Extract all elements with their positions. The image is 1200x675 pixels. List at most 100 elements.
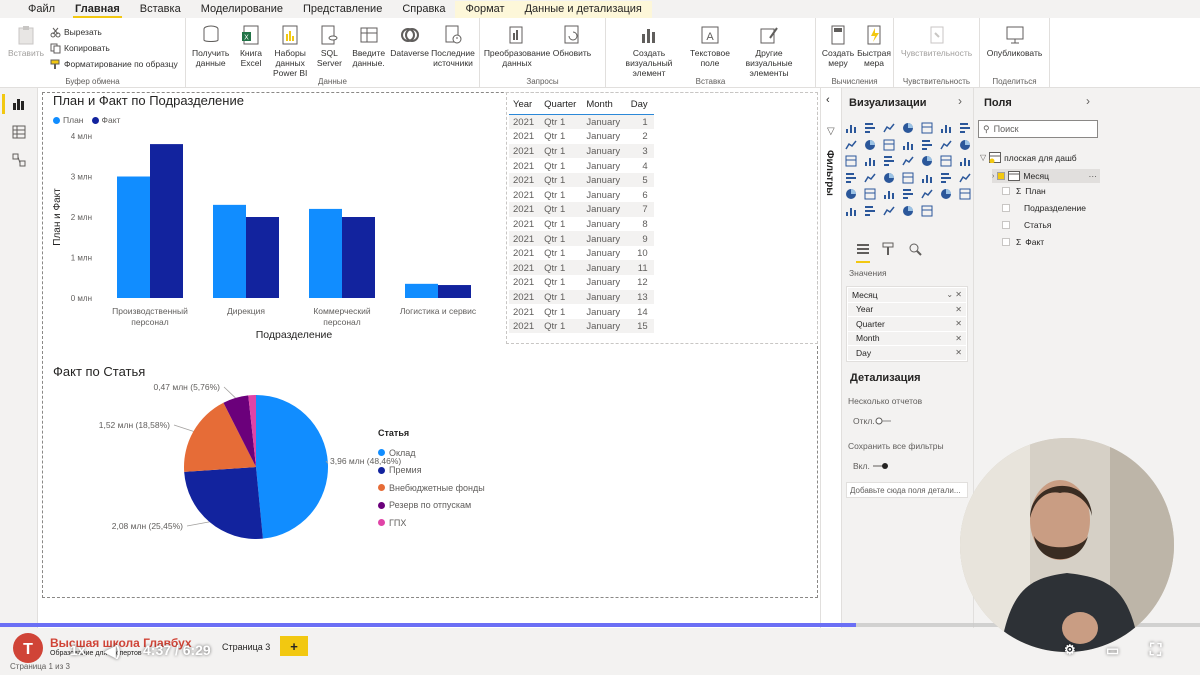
viz-ribbon-icon[interactable] (921, 139, 933, 151)
chevron-down-icon[interactable]: ⌄ (946, 290, 953, 299)
volume-icon[interactable]: ◀) (104, 642, 121, 660)
bar-fact[interactable] (246, 217, 279, 298)
chevron-right-icon[interactable]: › (958, 94, 962, 108)
checkbox-plan[interactable] (1002, 187, 1010, 195)
table-row[interactable]: 2021 Qtr 1 January 1 (509, 114, 654, 130)
table-row[interactable]: 2021 Qtr 1 January 13 (509, 289, 654, 305)
col-header-quarter[interactable]: Quarter (540, 97, 583, 115)
pie-legend-item[interactable]: Оклад (378, 444, 485, 462)
tab-format[interactable]: Формат (455, 1, 515, 18)
value-subfield[interactable]: Day ✕ (848, 346, 966, 360)
viz-shape-map-icon[interactable] (845, 172, 857, 184)
viz-clustered-column-icon[interactable] (902, 122, 914, 134)
checkbox-fact[interactable] (1002, 238, 1010, 246)
viz-powerapps-icon[interactable] (883, 205, 895, 217)
col-header-day[interactable]: Day (626, 97, 654, 115)
multi-reports-toggle[interactable] (875, 417, 893, 425)
tab-insert[interactable]: Вставка (130, 3, 191, 18)
data-view-button[interactable] (0, 118, 38, 146)
viz-kpi-icon[interactable] (921, 172, 933, 184)
viz-paginated-icon[interactable] (845, 205, 857, 217)
table-row[interactable]: 2021 Qtr 1 January 9 (509, 231, 654, 246)
table-row[interactable]: 2021 Qtr 1 January 6 (509, 187, 654, 202)
fullscreen-icon[interactable]: ⛶ (1150, 642, 1161, 660)
date-table-visual[interactable]: Year Quarter Month Day 2021 Qtr 1 January 1… (506, 92, 818, 344)
fields-well-tab[interactable] (856, 242, 870, 263)
viz-qa-icon[interactable] (940, 188, 952, 200)
cut-button[interactable]: Вырезать (50, 24, 178, 40)
pie-legend-item[interactable]: Премия (378, 462, 485, 480)
viz-funnel-icon[interactable] (959, 139, 971, 151)
viz-arcgis-icon[interactable] (864, 205, 876, 217)
viz-waterfall-icon[interactable] (940, 139, 952, 151)
viz-area-icon[interactable] (845, 139, 857, 151)
viz-python-icon[interactable] (883, 188, 895, 200)
bar-fact[interactable] (342, 217, 375, 298)
table-row[interactable]: 2021 Qtr 1 January 12 (509, 275, 654, 290)
fields-chevron-right-icon[interactable]: › (1086, 94, 1090, 108)
tab-file[interactable]: Файл (18, 3, 65, 18)
viz-gauge-icon[interactable] (864, 172, 876, 184)
viz-scatter-icon[interactable] (845, 155, 857, 167)
bar-plan[interactable] (405, 283, 438, 298)
report-view-button[interactable] (0, 90, 38, 118)
value-subfield[interactable]: Quarter ✕ (848, 317, 966, 331)
model-view-button[interactable] (0, 146, 38, 174)
add-page-button[interactable]: + (280, 636, 308, 656)
copy-button[interactable]: Копировать (50, 40, 178, 56)
tab-home[interactable]: Главная (65, 3, 130, 18)
value-field-month[interactable]: Месяц ⌄ ✕ (848, 288, 966, 302)
tab-data-drill[interactable]: Данные и детализация (514, 1, 652, 18)
viz-100-bar-icon[interactable] (921, 122, 933, 134)
miniplayer-icon[interactable]: ▭ (1106, 642, 1119, 659)
checked-checkbox-icon[interactable] (997, 172, 1006, 180)
table-row[interactable]: 2021 Qtr 1 January 15 (509, 318, 654, 334)
table-row[interactable]: 2021 Qtr 1 January 7 (509, 202, 654, 217)
bar-fact[interactable] (438, 285, 471, 298)
remove-icon[interactable]: ✕ (955, 305, 962, 314)
checkbox-article[interactable] (1002, 221, 1010, 229)
viz-narrative-icon[interactable] (959, 188, 971, 200)
fields-search-input[interactable]: ⚲ Поиск (978, 120, 1098, 138)
viz-slicer-icon[interactable] (940, 172, 952, 184)
viz-key-influencers-icon[interactable] (902, 188, 914, 200)
remove-icon[interactable]: ✕ (955, 348, 962, 357)
pie-slice[interactable] (256, 395, 329, 539)
table-row[interactable]: 2021 Qtr 1 January 4 (509, 158, 654, 173)
viz-matrix-icon[interactable] (845, 188, 857, 200)
tab-help[interactable]: Справка (392, 3, 455, 18)
col-header-month[interactable]: Month (582, 97, 627, 115)
viz-100-column-icon[interactable] (940, 122, 952, 134)
table-row[interactable]: 2021 Qtr 1 January 8 (509, 217, 654, 232)
checkbox-division[interactable] (1002, 204, 1010, 212)
viz-stacked-column-icon[interactable] (864, 122, 876, 134)
pie-legend-item[interactable]: Внебюджетные фонды (378, 479, 485, 497)
pie-legend-item[interactable]: Резерв по отпускам (378, 497, 485, 515)
value-subfield[interactable]: Month ✕ (848, 331, 966, 345)
field-item-fact[interactable]: Σ Факт (1002, 237, 1044, 247)
pie-slice[interactable] (184, 467, 263, 539)
analytics-tab[interactable] (908, 242, 922, 263)
viz-more-visuals-icon[interactable] (921, 205, 933, 217)
remove-icon[interactable]: ✕ (955, 334, 962, 343)
viz-decomposition-icon[interactable] (921, 188, 933, 200)
table-row[interactable]: 2021 Qtr 1 January 11 (509, 260, 654, 276)
viz-line-icon[interactable] (959, 122, 971, 134)
values-well[interactable]: Месяц ⌄ ✕ Year ✕ Quarter ✕ Month ✕ Day ✕ (846, 286, 968, 362)
report-canvas[interactable]: План и Факт по Подразделение План Факт 0… (38, 88, 820, 628)
field-item-division[interactable]: Подразделение (1002, 203, 1086, 213)
table-row[interactable]: 2021 Qtr 1 January 10 (509, 246, 654, 261)
bar-chart[interactable]: 0 млн 1 млн 2 млн 3 млн 4 млн План и Факт Прои… (46, 128, 506, 343)
viz-clustered-bar-icon[interactable] (883, 122, 895, 134)
field-item-month[interactable]: › Месяц ⋯ (992, 169, 1100, 183)
format-tab[interactable] (882, 242, 896, 263)
tab-view[interactable]: Представление (293, 3, 392, 18)
viz-pie-icon[interactable] (864, 155, 876, 167)
bar-plan[interactable] (117, 176, 150, 299)
viz-stacked-bar-icon[interactable] (845, 122, 857, 134)
value-subfield[interactable]: Year ✕ (848, 302, 966, 316)
hd-settings-icon[interactable]: ⚙ (1064, 642, 1076, 658)
table-row[interactable]: 2021 Qtr 1 January 2 (509, 129, 654, 144)
more-options-icon[interactable]: ⋯ (1089, 171, 1098, 182)
field-table-node[interactable]: ▽ плоская для дашб (980, 152, 1077, 163)
